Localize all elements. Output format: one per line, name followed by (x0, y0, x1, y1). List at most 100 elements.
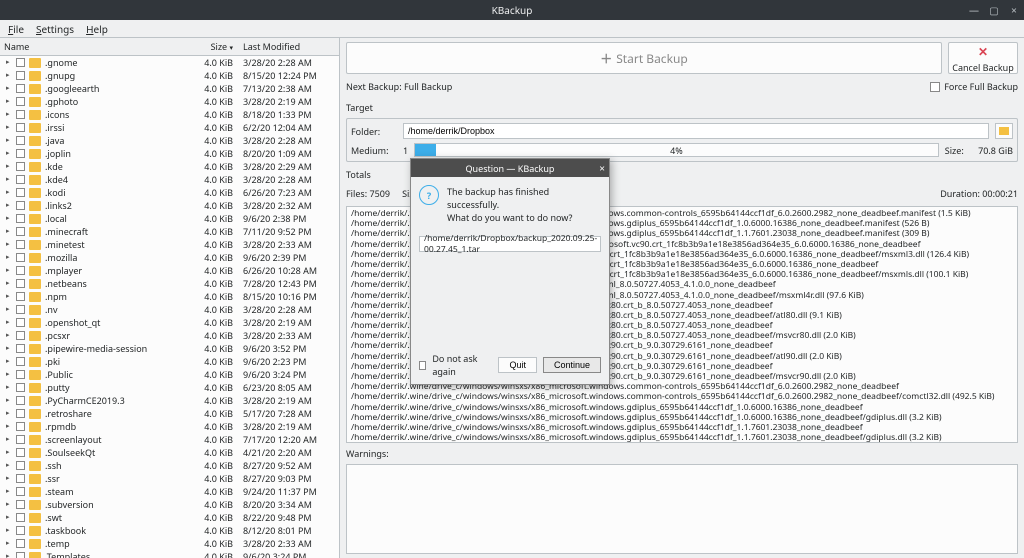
tree-row[interactable]: ▸.gphoto4.0 KiB3/28/20 2:19 AM (0, 95, 339, 108)
tree-row[interactable]: ▸.openshot_qt4.0 KiB3/28/20 2:19 AM (0, 316, 339, 329)
row-checkbox[interactable] (16, 84, 25, 93)
row-checkbox[interactable] (16, 513, 25, 522)
row-checkbox[interactable] (16, 175, 25, 184)
expand-icon[interactable]: ▸ (6, 97, 16, 106)
tree-row[interactable]: ▸.minetest4.0 KiB3/28/20 2:33 AM (0, 238, 339, 251)
tree-row[interactable]: ▸.rpmdb4.0 KiB3/28/20 2:19 AM (0, 420, 339, 433)
expand-icon[interactable]: ▸ (6, 318, 16, 327)
expand-icon[interactable]: ▸ (6, 149, 16, 158)
tree-row[interactable]: ▸.netbeans4.0 KiB7/28/20 12:43 PM (0, 277, 339, 290)
cancel-backup-button[interactable]: ✕ Cancel Backup (948, 42, 1018, 74)
tree-row[interactable]: ▸.npm4.0 KiB8/15/20 10:16 PM (0, 290, 339, 303)
expand-icon[interactable]: ▸ (6, 123, 16, 132)
row-checkbox[interactable] (16, 58, 25, 67)
row-checkbox[interactable] (16, 331, 25, 340)
row-checkbox[interactable] (16, 279, 25, 288)
row-checkbox[interactable] (16, 435, 25, 444)
row-checkbox[interactable] (16, 539, 25, 548)
expand-icon[interactable]: ▸ (6, 552, 16, 558)
maximize-icon[interactable]: ▢ (988, 4, 1000, 16)
tree-row[interactable]: ▸.Public4.0 KiB9/6/20 3:24 PM (0, 368, 339, 381)
row-checkbox[interactable] (16, 474, 25, 483)
tree-row[interactable]: ▸.swt4.0 KiB8/22/20 9:48 PM (0, 511, 339, 524)
row-checkbox[interactable] (16, 149, 25, 158)
row-checkbox[interactable] (16, 305, 25, 314)
row-checkbox[interactable] (16, 409, 25, 418)
row-checkbox[interactable] (16, 500, 25, 509)
expand-icon[interactable]: ▸ (6, 214, 16, 223)
expand-icon[interactable]: ▸ (6, 240, 16, 249)
minimize-icon[interactable]: — (968, 4, 980, 16)
row-checkbox[interactable] (16, 357, 25, 366)
tree-row[interactable]: ▸.nv4.0 KiB3/28/20 2:28 AM (0, 303, 339, 316)
expand-icon[interactable]: ▸ (6, 487, 16, 496)
row-checkbox[interactable] (16, 240, 25, 249)
tree-row[interactable]: ▸.subversion4.0 KiB8/20/20 3:34 AM (0, 498, 339, 511)
tree-row[interactable]: ▸.mozilla4.0 KiB9/6/20 2:39 PM (0, 251, 339, 264)
tree-row[interactable]: ▸.gnome4.0 KiB3/28/20 2:28 AM (0, 56, 339, 69)
row-checkbox[interactable] (16, 97, 25, 106)
tree-row[interactable]: ▸.steam4.0 KiB9/24/20 11:37 PM (0, 485, 339, 498)
expand-icon[interactable]: ▸ (6, 370, 16, 379)
row-checkbox[interactable] (16, 526, 25, 535)
col-modified[interactable]: Last Modified (239, 40, 339, 53)
tree-row[interactable]: ▸.links24.0 KiB3/28/20 2:32 AM (0, 199, 339, 212)
tree-row[interactable]: ▸.local4.0 KiB9/6/20 2:38 PM (0, 212, 339, 225)
expand-icon[interactable]: ▸ (6, 227, 16, 236)
row-checkbox[interactable] (16, 188, 25, 197)
row-checkbox[interactable] (16, 214, 25, 223)
row-checkbox[interactable] (16, 318, 25, 327)
row-checkbox[interactable] (16, 227, 25, 236)
row-checkbox[interactable] (16, 370, 25, 379)
dont-ask-checkbox[interactable] (419, 361, 426, 370)
row-checkbox[interactable] (16, 110, 25, 119)
row-checkbox[interactable] (16, 422, 25, 431)
expand-icon[interactable]: ▸ (6, 84, 16, 93)
tree-row[interactable]: ▸.icons4.0 KiB8/18/20 1:33 PM (0, 108, 339, 121)
row-checkbox[interactable] (16, 253, 25, 262)
expand-icon[interactable]: ▸ (6, 162, 16, 171)
tree-body[interactable]: ▸.gnome4.0 KiB3/28/20 2:28 AM▸.gnupg4.0 … (0, 56, 339, 558)
tree-row[interactable]: ▸.Templates4.0 KiB9/6/20 3:24 PM (0, 550, 339, 558)
row-checkbox[interactable] (16, 552, 25, 558)
expand-icon[interactable]: ▸ (6, 461, 16, 470)
expand-icon[interactable]: ▸ (6, 513, 16, 522)
expand-icon[interactable]: ▸ (6, 539, 16, 548)
close-icon[interactable]: × (1008, 4, 1020, 16)
tree-row[interactable]: ▸.PyCharmCE2019.34.0 KiB3/28/20 2:19 AM (0, 394, 339, 407)
col-name[interactable]: Name (0, 40, 189, 53)
expand-icon[interactable]: ▸ (6, 396, 16, 405)
expand-icon[interactable]: ▸ (6, 136, 16, 145)
expand-icon[interactable]: ▸ (6, 409, 16, 418)
force-full-checkbox[interactable] (930, 82, 940, 92)
expand-icon[interactable]: ▸ (6, 253, 16, 262)
menu-help[interactable]: Help (82, 20, 112, 38)
tree-row[interactable]: ▸.taskbook4.0 KiB8/12/20 8:01 PM (0, 524, 339, 537)
expand-icon[interactable]: ▸ (6, 266, 16, 275)
expand-icon[interactable]: ▸ (6, 292, 16, 301)
row-checkbox[interactable] (16, 71, 25, 80)
col-size[interactable]: Size ▾ (189, 40, 239, 53)
tree-row[interactable]: ▸.pipewire-media-session4.0 KiB9/6/20 3:… (0, 342, 339, 355)
menu-file[interactable]: File (4, 20, 28, 38)
backup-path-display[interactable]: /home/derrik/Dropbox/backup_2020.09.25-0… (419, 236, 601, 252)
browse-folder-button[interactable] (995, 123, 1013, 139)
row-checkbox[interactable] (16, 487, 25, 496)
expand-icon[interactable]: ▸ (6, 201, 16, 210)
row-checkbox[interactable] (16, 292, 25, 301)
row-checkbox[interactable] (16, 123, 25, 132)
expand-icon[interactable]: ▸ (6, 110, 16, 119)
row-checkbox[interactable] (16, 461, 25, 470)
expand-icon[interactable]: ▸ (6, 500, 16, 509)
tree-row[interactable]: ▸.pcsxr4.0 KiB3/28/20 2:33 AM (0, 329, 339, 342)
tree-row[interactable]: ▸.putty4.0 KiB6/23/20 8:05 AM (0, 381, 339, 394)
tree-row[interactable]: ▸.googleearth4.0 KiB7/13/20 2:38 AM (0, 82, 339, 95)
tree-row[interactable]: ▸.temp4.0 KiB3/28/20 2:33 AM (0, 537, 339, 550)
expand-icon[interactable]: ▸ (6, 188, 16, 197)
row-checkbox[interactable] (16, 201, 25, 210)
tree-row[interactable]: ▸.kde4.0 KiB3/28/20 2:29 AM (0, 160, 339, 173)
warnings-output[interactable] (346, 464, 1018, 554)
row-checkbox[interactable] (16, 266, 25, 275)
tree-row[interactable]: ▸.retroshare4.0 KiB5/17/20 7:28 AM (0, 407, 339, 420)
expand-icon[interactable]: ▸ (6, 305, 16, 314)
